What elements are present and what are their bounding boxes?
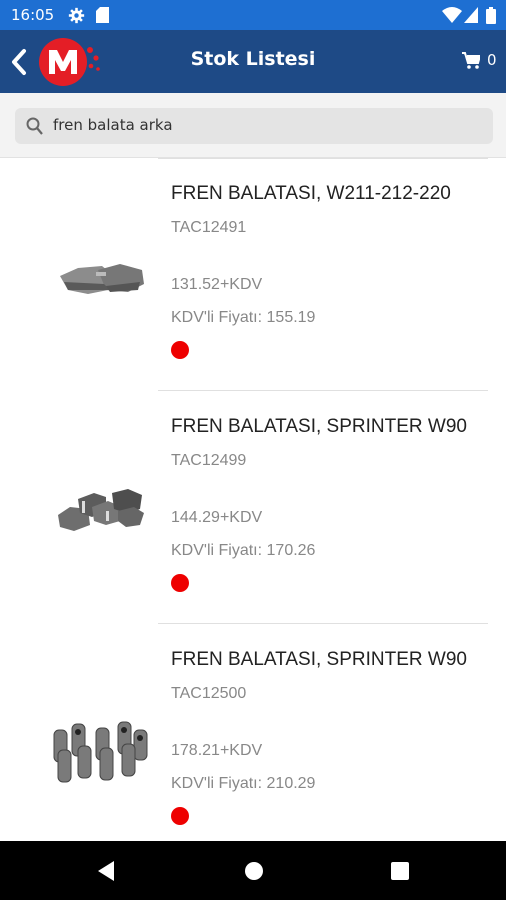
system-nav-bar xyxy=(0,841,506,900)
product-name: FREN BALATASI, W211-212-220 xyxy=(171,183,451,204)
cart-icon[interactable] xyxy=(462,52,480,69)
product-card[interactable]: FREN BALATASI, SPRINTER W90 TAC12500 178… xyxy=(0,624,506,841)
product-code: TAC12500 xyxy=(171,685,247,702)
cart-count: 0 xyxy=(487,51,497,69)
product-card[interactable]: FREN BALATASI, W211-212-220 TAC12491 131… xyxy=(0,158,506,390)
status-bar: 16:05 xyxy=(0,0,506,30)
product-image xyxy=(58,489,144,531)
recents-square-icon[interactable] xyxy=(390,860,410,882)
stock-status-dot xyxy=(171,807,189,825)
back-triangle-icon[interactable] xyxy=(96,860,116,882)
product-name: FREN BALATASI, SPRINTER W90 xyxy=(171,649,467,670)
gear-icon xyxy=(68,7,85,24)
page-title: Stok Listesi xyxy=(190,48,316,70)
stock-status-dot xyxy=(171,574,189,592)
search-bar: fren balata arka xyxy=(0,93,506,158)
product-image xyxy=(60,264,144,294)
sd-card-icon xyxy=(96,7,109,23)
product-card[interactable]: FREN BALATASI, SPRINTER W90 TAC12499 144… xyxy=(0,391,506,623)
signal-icon xyxy=(464,7,478,23)
search-input[interactable]: fren balata arka xyxy=(15,108,493,144)
product-name: FREN BALATASI, SPRINTER W90 xyxy=(171,416,467,437)
search-query: fren balata arka xyxy=(53,116,173,134)
home-circle-icon[interactable] xyxy=(244,860,264,882)
product-kdv-price: KDV'li Fiyatı: 210.29 xyxy=(171,775,316,792)
stock-status-dot xyxy=(171,341,189,359)
product-image xyxy=(53,721,148,783)
product-price: 131.52+KDV xyxy=(171,276,263,293)
product-price: 144.29+KDV xyxy=(171,509,263,526)
battery-icon xyxy=(486,7,496,24)
product-code: TAC12499 xyxy=(171,452,247,469)
product-kdv-price: KDV'li Fiyatı: 170.26 xyxy=(171,542,316,559)
search-icon xyxy=(26,117,43,135)
product-kdv-price: KDV'li Fiyatı: 155.19 xyxy=(171,309,316,326)
status-time: 16:05 xyxy=(11,6,55,24)
product-list[interactable]: FREN BALATASI, W211-212-220 TAC12491 131… xyxy=(0,158,506,841)
product-price: 178.21+KDV xyxy=(171,742,263,759)
product-code: TAC12491 xyxy=(171,219,247,236)
wifi-icon xyxy=(442,7,462,23)
app-bar: Stok Listesi 0 xyxy=(0,30,506,93)
